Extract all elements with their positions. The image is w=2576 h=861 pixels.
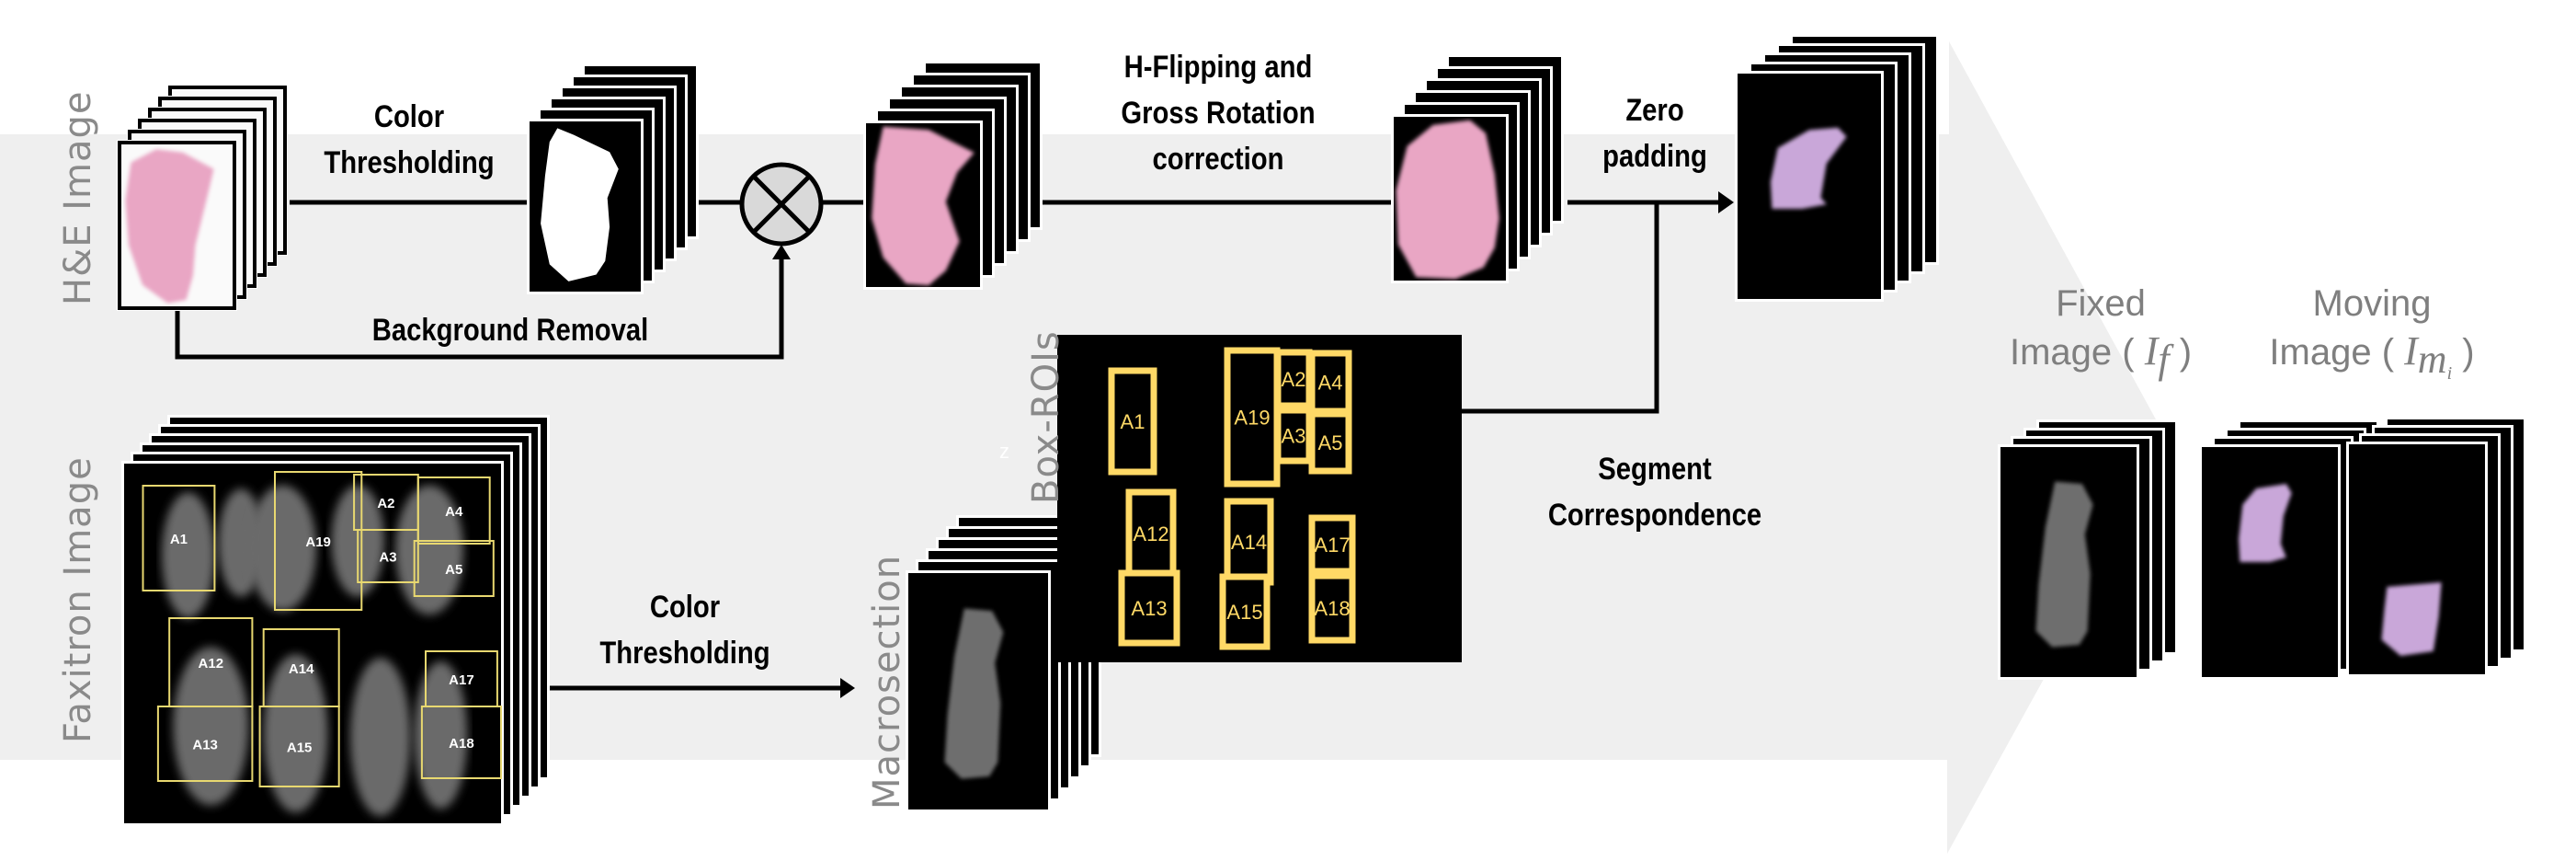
faxitron-roi-label: A2: [377, 496, 394, 511]
label-line: Image ( If ): [1986, 327, 2216, 388]
faxitron-roi-label: A18: [449, 736, 474, 752]
segment-correspondence-label: Segment Correspondence: [1521, 446, 1789, 538]
box-roi-label: A19: [1234, 407, 1270, 430]
math-symbol: I: [2144, 328, 2159, 373]
box-roi-label: A17: [1314, 534, 1350, 557]
box-roi-label: A5: [1318, 431, 1343, 454]
tissue-image: [1396, 120, 1499, 280]
label-line: Color: [373, 99, 445, 134]
label-text: ): [2452, 332, 2475, 373]
xray-specimen: [263, 654, 328, 813]
faxitron-roi-label: A14: [289, 661, 314, 677]
math-subscript: f: [2158, 337, 2170, 382]
faxitron-roi-label: A1: [170, 532, 188, 547]
math-subscript: m: [2417, 337, 2447, 382]
math-symbol: I: [2404, 328, 2418, 373]
faxitron-roi-label: A13: [192, 738, 218, 753]
label-line: Zero: [1625, 93, 1684, 128]
label-line: Segment: [1598, 452, 1712, 487]
faxitron-roi-label: A3: [379, 550, 396, 566]
macrosection-label: Macrosection: [866, 554, 908, 809]
box-roi-label: A15: [1226, 601, 1262, 624]
color-thresholding-top-label: Color Thresholding: [318, 94, 500, 186]
box-roi-label: A4: [1318, 372, 1343, 395]
stray-glyph: z: [999, 440, 1009, 463]
box-roi-label: A3: [1282, 425, 1306, 448]
tissue-image: [2381, 582, 2442, 656]
zero-padding-label: Zero padding: [1588, 87, 1722, 179]
label-line: Image ( Imi ): [2243, 327, 2501, 397]
faxitron-image-label: Faxitron Image: [57, 456, 99, 743]
label-text: Image (: [2009, 332, 2145, 373]
binary-mask-stack: [527, 63, 699, 294]
faxitron-roi-label: A5: [445, 562, 462, 578]
label-text: Image (: [2269, 332, 2405, 373]
multiply-node: [739, 162, 824, 247]
box-roi-label: A14: [1231, 531, 1267, 554]
box-roi-label: A18: [1314, 597, 1350, 620]
faxitron-image-stack: A1 A19 A2 A3 A4 A5 A12 A13 A14 A15 A17 A18: [121, 415, 550, 826]
faxitron-roi-label: A15: [287, 740, 313, 756]
faxitron-roi-label: A4: [445, 504, 463, 520]
label-text: ): [2169, 332, 2193, 373]
label-line: H-Flipping and: [1123, 50, 1313, 85]
label-line: Correspondence: [1547, 498, 1762, 533]
label-line: Gross Rotation: [1121, 96, 1316, 131]
background-removal-label: Background Removal: [371, 313, 649, 348]
fixed-image-stack: [1998, 419, 2178, 680]
box-roi-label: A1: [1121, 410, 1146, 433]
label-line: Thresholding: [599, 636, 770, 671]
he-image-label: H&E Image: [57, 90, 99, 305]
box-rois-panel: A1 A19 A2 A4 A3 A5 A12 A14 A17 A13 A15 A18: [1057, 335, 1462, 662]
box-rois-label: Box-ROIs: [1025, 330, 1067, 504]
moving-image-stack-2: [2346, 417, 2526, 677]
box-roi-label: A12: [1133, 522, 1168, 545]
faxitron-roi-label: A12: [199, 656, 224, 672]
color-thresholding-bottom-label: Color Thresholding: [594, 584, 776, 676]
moving-image-label: Moving Image ( Imi ): [2243, 280, 2501, 397]
box-roi-label: A13: [1131, 597, 1167, 620]
label-line: Thresholding: [324, 145, 495, 180]
he-image-stack: [117, 85, 288, 311]
box-roi-label: A2: [1282, 368, 1306, 391]
faxitron-roi-label: A17: [449, 672, 474, 688]
flip-rotation-label: H-Flipping and Gross Rotation correction: [1088, 44, 1349, 182]
label-line: Fixed: [2056, 283, 2146, 324]
label-line: correction: [1152, 142, 1284, 177]
label-line: Moving: [2312, 283, 2432, 324]
faxitron-roi-label: A19: [305, 534, 331, 550]
xray-specimen: [350, 658, 411, 817]
zero-padded-he-stack: [1735, 34, 1939, 302]
label-line: Color: [649, 590, 721, 625]
fixed-image-label: Fixed Image ( If ): [1986, 280, 2216, 388]
label-line: padding: [1602, 139, 1707, 174]
xray-specimen: [162, 492, 215, 619]
